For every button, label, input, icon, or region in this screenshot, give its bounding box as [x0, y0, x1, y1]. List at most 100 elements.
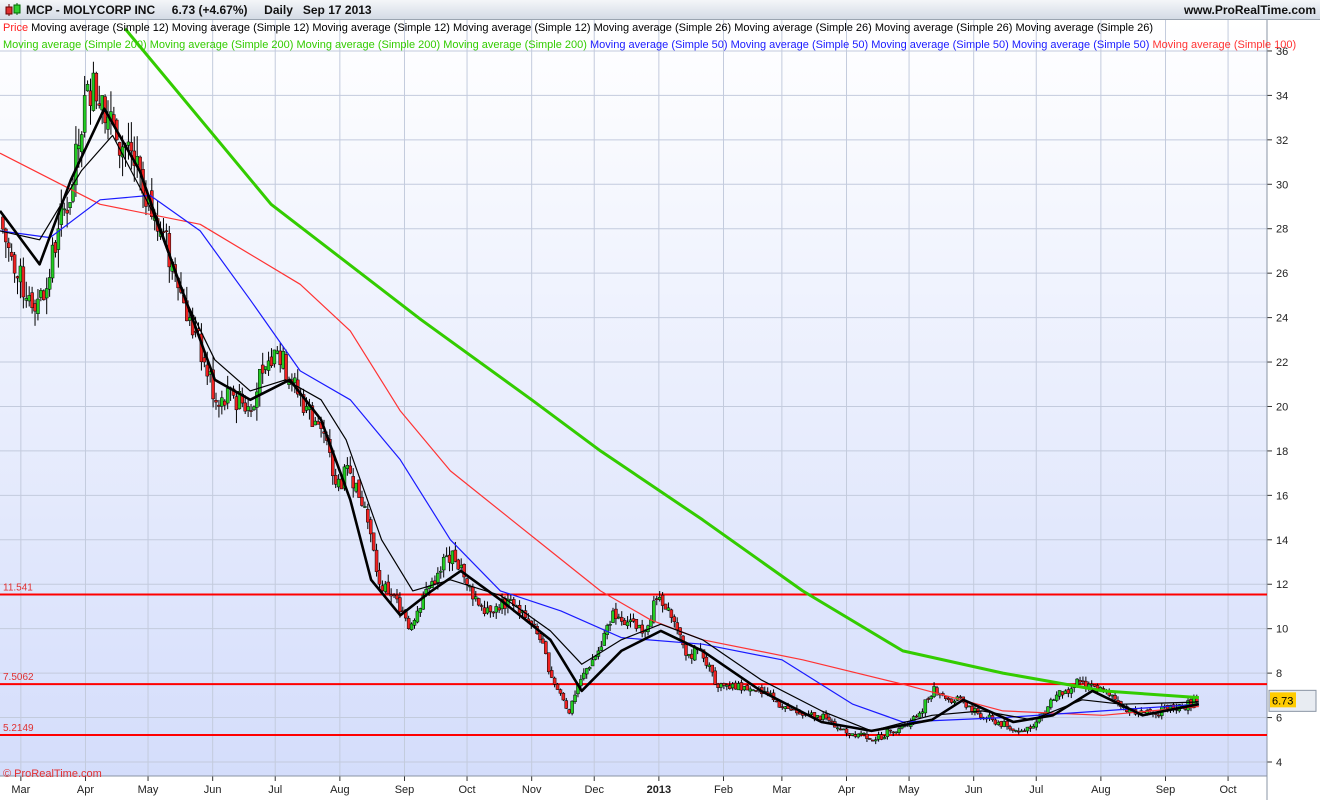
- y-tick-label: 8: [1276, 668, 1282, 680]
- candle: [246, 406, 250, 411]
- line-value-label: 5.2149: [3, 723, 34, 734]
- legend-item[interactable]: Moving average (Simple 200): [443, 39, 590, 51]
- candle: [847, 733, 852, 736]
- candle: [266, 360, 271, 371]
- site-link[interactable]: www.ProRealTime.com: [1184, 3, 1316, 17]
- candle: [987, 714, 992, 719]
- candle: [704, 656, 709, 666]
- legend-item[interactable]: Moving average (Simple 26): [875, 22, 1016, 34]
- candle: [716, 683, 720, 688]
- price-chart[interactable]: 4681012141618202224262830323436Mar Apr May…: [0, 20, 1320, 800]
- candle: [459, 564, 463, 568]
- y-tick-label: 30: [1276, 179, 1288, 191]
- candle: [809, 712, 814, 715]
- x-tick-label: Mar: [11, 784, 30, 796]
- candle: [660, 594, 665, 606]
- candle: [979, 713, 983, 718]
- candle: [409, 623, 414, 630]
- y-axis-panel: [1267, 20, 1320, 800]
- legend-item[interactable]: Moving average (Simple 200): [150, 39, 297, 51]
- candle: [710, 664, 714, 673]
- candle: [1092, 684, 1097, 687]
- candle: [853, 734, 858, 737]
- legend-item[interactable]: Moving average (Simple 12): [172, 22, 313, 34]
- candlestick-logo-icon: [5, 3, 21, 16]
- candle: [1, 216, 5, 230]
- candle: [1011, 728, 1015, 731]
- candle: [538, 633, 542, 641]
- candle: [926, 698, 930, 700]
- candle: [1110, 694, 1114, 697]
- legend-item[interactable]: Moving average (Simple 50): [871, 39, 1012, 51]
- candle: [476, 598, 481, 606]
- y-tick-label: 18: [1276, 446, 1288, 458]
- candle: [269, 356, 274, 366]
- candle: [1052, 699, 1056, 702]
- candle: [205, 364, 209, 377]
- legend-item[interactable]: Moving average (Simple 12): [453, 22, 594, 34]
- candle: [582, 672, 586, 679]
- candle: [882, 737, 887, 740]
- candle: [579, 679, 583, 687]
- candle: [1054, 694, 1059, 701]
- candle: [27, 295, 31, 302]
- x-tick-label: Nov: [522, 784, 542, 796]
- candle: [412, 620, 417, 626]
- candle: [970, 705, 974, 713]
- x-tick-label: May: [138, 784, 159, 796]
- candle: [94, 72, 99, 102]
- candle: [366, 509, 370, 523]
- candle: [622, 620, 627, 626]
- candle: [745, 685, 750, 691]
- candle: [742, 686, 747, 691]
- legend-item[interactable]: Moving average (Simple 12): [31, 22, 172, 34]
- candle: [675, 622, 679, 630]
- candle: [187, 317, 192, 321]
- candle: [47, 277, 52, 290]
- candle: [929, 696, 933, 700]
- candle: [605, 625, 609, 635]
- candle: [1014, 730, 1018, 732]
- legend-item[interactable]: Moving average (Simple 50): [1012, 39, 1153, 51]
- candle: [398, 597, 402, 612]
- candle: [999, 721, 1003, 727]
- candle: [100, 95, 104, 111]
- candle: [841, 728, 846, 731]
- legend-item[interactable]: Price: [3, 22, 31, 34]
- candle: [12, 254, 17, 274]
- candle: [967, 705, 971, 708]
- legend-item[interactable]: Moving average (Simple 26): [1016, 22, 1154, 34]
- candle: [663, 603, 668, 610]
- candle: [44, 288, 49, 299]
- legend-item[interactable]: Moving average (Simple 50): [731, 39, 872, 51]
- legend-item[interactable]: Moving average (Simple 200): [3, 39, 150, 51]
- legend-item[interactable]: Moving average (Simple 50): [590, 39, 731, 51]
- x-tick-label: Aug: [330, 784, 350, 796]
- candle: [844, 728, 849, 734]
- legend-item[interactable]: Moving average (Simple 26): [734, 22, 875, 34]
- candle: [1057, 690, 1062, 697]
- candle: [371, 532, 376, 551]
- x-tick-label: Feb: [714, 784, 733, 796]
- candle: [380, 585, 385, 592]
- legend-item[interactable]: Moving average (Simple 200): [297, 39, 444, 51]
- x-tick-label: May: [899, 784, 920, 796]
- x-tick-label: Mar: [772, 784, 791, 796]
- legend-item[interactable]: Moving average (Simple 100): [1153, 39, 1297, 51]
- legend-item[interactable]: Moving average (Simple 26): [594, 22, 735, 34]
- line-value-label: 11.541: [3, 582, 33, 593]
- candle: [368, 519, 373, 535]
- candle: [544, 641, 548, 654]
- candle: [485, 607, 490, 614]
- candle: [590, 659, 595, 667]
- candle: [1066, 689, 1071, 694]
- candle: [666, 607, 671, 611]
- candle: [85, 84, 90, 92]
- y-tick-label: 4: [1276, 757, 1282, 769]
- candle: [655, 598, 659, 601]
- candle: [917, 712, 922, 718]
- legend-item[interactable]: Moving average (Simple 12): [312, 22, 453, 34]
- candle: [1034, 721, 1038, 728]
- candle: [447, 554, 452, 563]
- x-tick-label: Jul: [1029, 784, 1043, 796]
